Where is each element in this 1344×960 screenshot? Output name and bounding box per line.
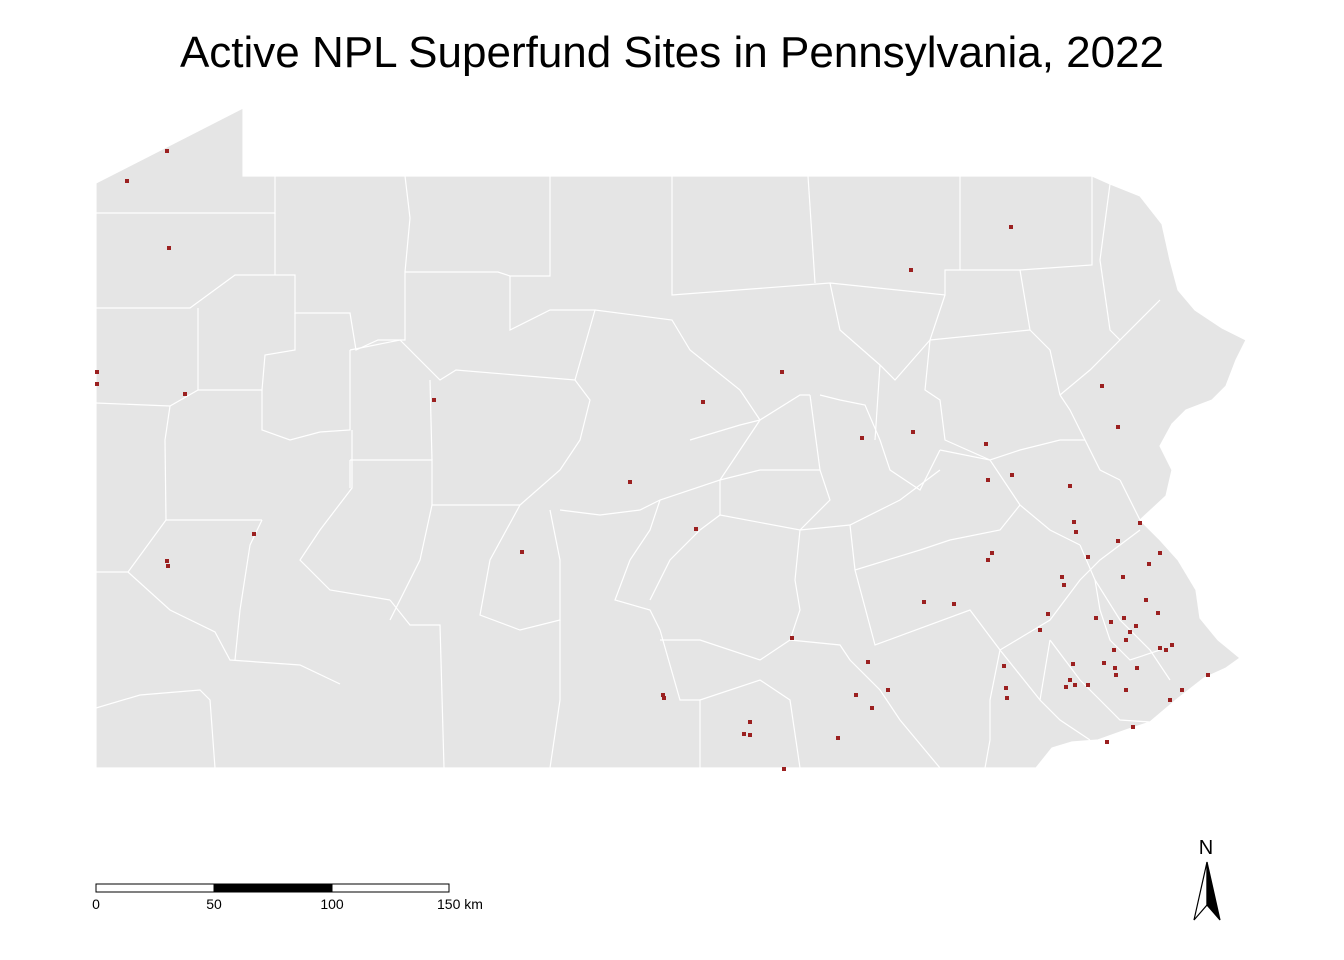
superfund-site-marker <box>1074 530 1078 534</box>
superfund-site-marker <box>95 370 99 374</box>
superfund-site-marker <box>1122 616 1126 620</box>
superfund-site-marker <box>628 480 632 484</box>
superfund-site-marker <box>1062 583 1066 587</box>
superfund-site-marker <box>1100 384 1104 388</box>
superfund-site-marker <box>866 660 870 664</box>
superfund-site-marker <box>125 179 129 183</box>
superfund-site-marker <box>520 550 524 554</box>
superfund-site-marker <box>1113 666 1117 670</box>
superfund-site-marker <box>790 636 794 640</box>
north-label: N <box>1199 837 1213 859</box>
superfund-site-marker <box>165 559 169 563</box>
superfund-site-marker <box>860 436 864 440</box>
superfund-site-marker <box>95 382 99 386</box>
superfund-site-marker <box>1124 688 1128 692</box>
superfund-site-marker <box>984 442 988 446</box>
superfund-site-marker <box>701 400 705 404</box>
superfund-site-marker <box>1010 473 1014 477</box>
superfund-site-marker <box>1135 666 1139 670</box>
superfund-site-marker <box>1158 551 1162 555</box>
superfund-site-marker <box>1121 575 1125 579</box>
superfund-site-marker <box>183 392 187 396</box>
superfund-site-marker <box>886 688 890 692</box>
superfund-site-marker <box>1038 628 1042 632</box>
superfund-site-marker <box>252 532 256 536</box>
superfund-site-marker <box>694 527 698 531</box>
scale-bar: 0 50 100 150 km <box>92 883 483 912</box>
superfund-site-marker <box>1124 638 1128 642</box>
superfund-site-marker <box>1180 688 1184 692</box>
superfund-site-marker <box>165 149 169 153</box>
scale-label-100: 100 <box>320 896 344 912</box>
superfund-site-marker <box>1005 696 1009 700</box>
superfund-site-marker <box>1004 686 1008 690</box>
north-arrow: N <box>1193 837 1221 921</box>
superfund-site-marker <box>1144 598 1148 602</box>
superfund-site-marker <box>836 736 840 740</box>
superfund-site-marker <box>1109 620 1113 624</box>
superfund-site-marker <box>1046 612 1050 616</box>
superfund-site-marker <box>1009 225 1013 229</box>
superfund-site-marker <box>986 558 990 562</box>
superfund-site-marker <box>1102 661 1106 665</box>
north-arrow-icon <box>1193 861 1208 921</box>
superfund-site-marker <box>1060 575 1064 579</box>
superfund-site-marker <box>1071 662 1075 666</box>
scale-label-50: 50 <box>206 896 222 912</box>
superfund-site-marker <box>1206 673 1210 677</box>
superfund-site-marker <box>1158 646 1162 650</box>
superfund-site-marker <box>1064 685 1068 689</box>
superfund-site-marker <box>432 398 436 402</box>
superfund-site-marker <box>1068 678 1072 682</box>
superfund-site-marker <box>1068 484 1072 488</box>
superfund-site-marker <box>1147 562 1151 566</box>
superfund-site-marker <box>1168 698 1172 702</box>
superfund-site-marker <box>990 551 994 555</box>
superfund-site-marker <box>742 732 746 736</box>
superfund-site-marker <box>166 564 170 568</box>
superfund-site-marker <box>1002 664 1006 668</box>
superfund-site-marker <box>1156 611 1160 615</box>
superfund-site-marker <box>1086 683 1090 687</box>
superfund-site-marker <box>1131 725 1135 729</box>
superfund-site-marker <box>748 733 752 737</box>
superfund-site-marker <box>1072 520 1076 524</box>
superfund-site-marker <box>167 246 171 250</box>
superfund-site-marker <box>662 696 666 700</box>
superfund-site-marker <box>748 720 752 724</box>
superfund-site-marker <box>1094 616 1098 620</box>
superfund-site-marker <box>1128 630 1132 634</box>
superfund-site-marker <box>1086 555 1090 559</box>
superfund-site-marker <box>1116 539 1120 543</box>
superfund-site-marker <box>1134 624 1138 628</box>
scale-label-150: 150 km <box>437 896 483 912</box>
superfund-site-marker <box>780 370 784 374</box>
superfund-site-marker <box>911 430 915 434</box>
superfund-site-marker <box>922 600 926 604</box>
superfund-site-marker <box>1073 683 1077 687</box>
superfund-site-marker <box>909 268 913 272</box>
scale-label-0: 0 <box>92 896 100 912</box>
superfund-site-marker <box>1114 673 1118 677</box>
superfund-site-marker <box>854 693 858 697</box>
superfund-site-marker <box>782 767 786 771</box>
superfund-site-marker <box>952 602 956 606</box>
superfund-site-marker <box>1138 521 1142 525</box>
superfund-site-marker <box>870 706 874 710</box>
superfund-site-marker <box>1112 648 1116 652</box>
map-canvas: 0 50 100 150 km N <box>92 107 1247 921</box>
superfund-site-marker <box>1105 740 1109 744</box>
superfund-site-marker <box>1116 425 1120 429</box>
superfund-site-marker <box>1170 643 1174 647</box>
superfund-site-marker <box>1164 648 1168 652</box>
superfund-site-marker <box>986 478 990 482</box>
